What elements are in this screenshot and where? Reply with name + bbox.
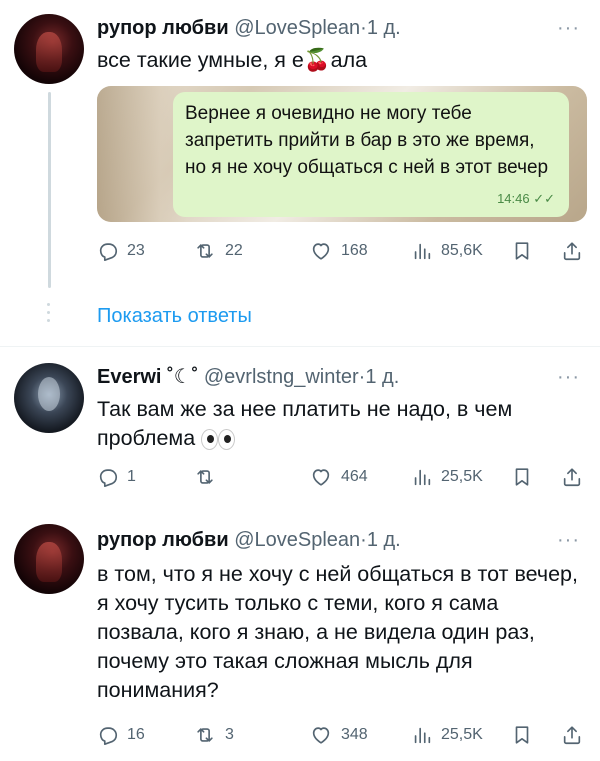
tweet-image[interactable]: Вернее я очевидно не могу тебе запретить… (97, 86, 587, 222)
share-button[interactable] (561, 240, 583, 262)
heart-icon (312, 243, 330, 260)
views-count: 85,6K (441, 242, 483, 259)
reply-button[interactable]: 23 (97, 240, 145, 262)
user-handle[interactable]: @evrlstng_winter (204, 366, 359, 388)
bookmark-button[interactable] (511, 466, 533, 488)
user-handle[interactable]: @LoveSplean (234, 17, 360, 39)
views-button[interactable]: 85,6K (411, 240, 483, 262)
retweet-button[interactable] (193, 466, 225, 488)
like-count: 464 (341, 468, 368, 485)
retweet-count: 3 (225, 726, 234, 743)
tweet-text: в том, что я не хочу с ней общаться в то… (97, 562, 578, 702)
share-icon (563, 242, 581, 261)
reply-count: 23 (127, 242, 145, 259)
display-name[interactable]: рупор любви (97, 529, 229, 551)
more-options-icon[interactable]: ··· (557, 530, 580, 550)
reply-button[interactable]: 1 (97, 466, 136, 488)
like-button[interactable]: 348 (309, 724, 368, 746)
tweet-header: рупор любви @LoveSplean·1 д. (97, 16, 401, 40)
bookmark-button[interactable] (511, 240, 533, 262)
bookmark-button[interactable] (511, 724, 533, 746)
heart-icon (312, 469, 330, 486)
retweet-icon (197, 470, 213, 484)
chat-bubble-text: Вернее я очевидно не могу тебе запретить… (185, 103, 549, 178)
retweet-button[interactable]: 3 (193, 724, 234, 746)
tweet-header: Everwi ˚☾˚ @evrlstng_winter·1 д. (97, 365, 399, 389)
tweet-text: все такие умные, я е🍒ала (97, 48, 368, 72)
share-icon (563, 726, 581, 745)
action-bar: 16 3 348 25,5K (97, 724, 587, 748)
views-button[interactable]: 25,5K (411, 466, 483, 488)
reply-count: 16 (127, 726, 145, 743)
reply-icon (99, 469, 118, 487)
more-options-icon[interactable]: ··· (557, 367, 580, 387)
avatar[interactable] (14, 363, 84, 433)
eyes-icon (201, 428, 236, 450)
action-bar: 23 22 168 85,6K (97, 240, 587, 264)
more-options-icon[interactable]: ··· (557, 18, 580, 38)
display-name[interactable]: рупор любви (97, 17, 229, 39)
tweet-text-content: Так вам же за нее платить не надо, в чем… (97, 397, 513, 450)
like-button[interactable]: 464 (309, 466, 368, 488)
bookmark-icon (515, 242, 529, 260)
thread-dots (47, 303, 51, 327)
reply-count: 1 (127, 468, 136, 485)
like-button[interactable]: 168 (309, 240, 368, 262)
reply-button[interactable]: 16 (97, 724, 145, 746)
tweet-1[interactable]: рупор любви @LoveSplean·1 д. ··· все так… (0, 0, 600, 345)
thread-line (48, 92, 51, 288)
views-icon (414, 727, 431, 744)
share-icon (563, 468, 581, 487)
like-count: 168 (341, 242, 368, 259)
views-icon (414, 469, 431, 486)
user-handle[interactable]: @LoveSplean (234, 529, 360, 551)
heart-icon (312, 727, 330, 744)
share-button[interactable] (561, 724, 583, 746)
like-count: 348 (341, 726, 368, 743)
retweet-icon (197, 244, 213, 258)
views-button[interactable]: 25,5K (411, 724, 483, 746)
avatar[interactable] (14, 524, 84, 594)
views-count: 25,5K (441, 726, 483, 743)
timestamp[interactable]: 1 д. (367, 529, 401, 551)
retweet-button[interactable]: 22 (193, 240, 243, 262)
retweet-icon (197, 728, 213, 742)
tweet-3[interactable]: рупор любви @LoveSplean·1 д. ··· в том, … (0, 510, 600, 761)
tweet-2[interactable]: Everwi ˚☾˚ @evrlstng_winter·1 д. ··· Так… (0, 347, 600, 509)
views-icon (414, 243, 431, 260)
bookmark-icon (515, 726, 529, 744)
avatar[interactable] (14, 14, 84, 84)
show-replies-link[interactable]: Показать ответы (97, 304, 252, 328)
separator: · (360, 17, 367, 39)
tweet-header: рупор любви @LoveSplean·1 д. (97, 528, 401, 552)
chat-bubble-time: 14:46 ✓✓ (497, 191, 555, 206)
reply-icon (99, 243, 118, 261)
separator: · (360, 529, 367, 551)
display-name[interactable]: Everwi ˚☾˚ (97, 366, 198, 388)
reply-icon (99, 727, 118, 745)
retweet-count: 22 (225, 242, 243, 259)
timestamp[interactable]: 1 д. (365, 366, 399, 388)
share-button[interactable] (561, 466, 583, 488)
tweet-text: Так вам же за нее платить не надо, в чем… (97, 395, 587, 453)
chat-bubble: Вернее я очевидно не могу тебе запретить… (173, 92, 569, 217)
views-count: 25,5K (441, 468, 483, 485)
timestamp[interactable]: 1 д. (367, 17, 401, 39)
bookmark-icon (515, 468, 529, 486)
action-bar: 1 464 25,5K (97, 466, 587, 490)
